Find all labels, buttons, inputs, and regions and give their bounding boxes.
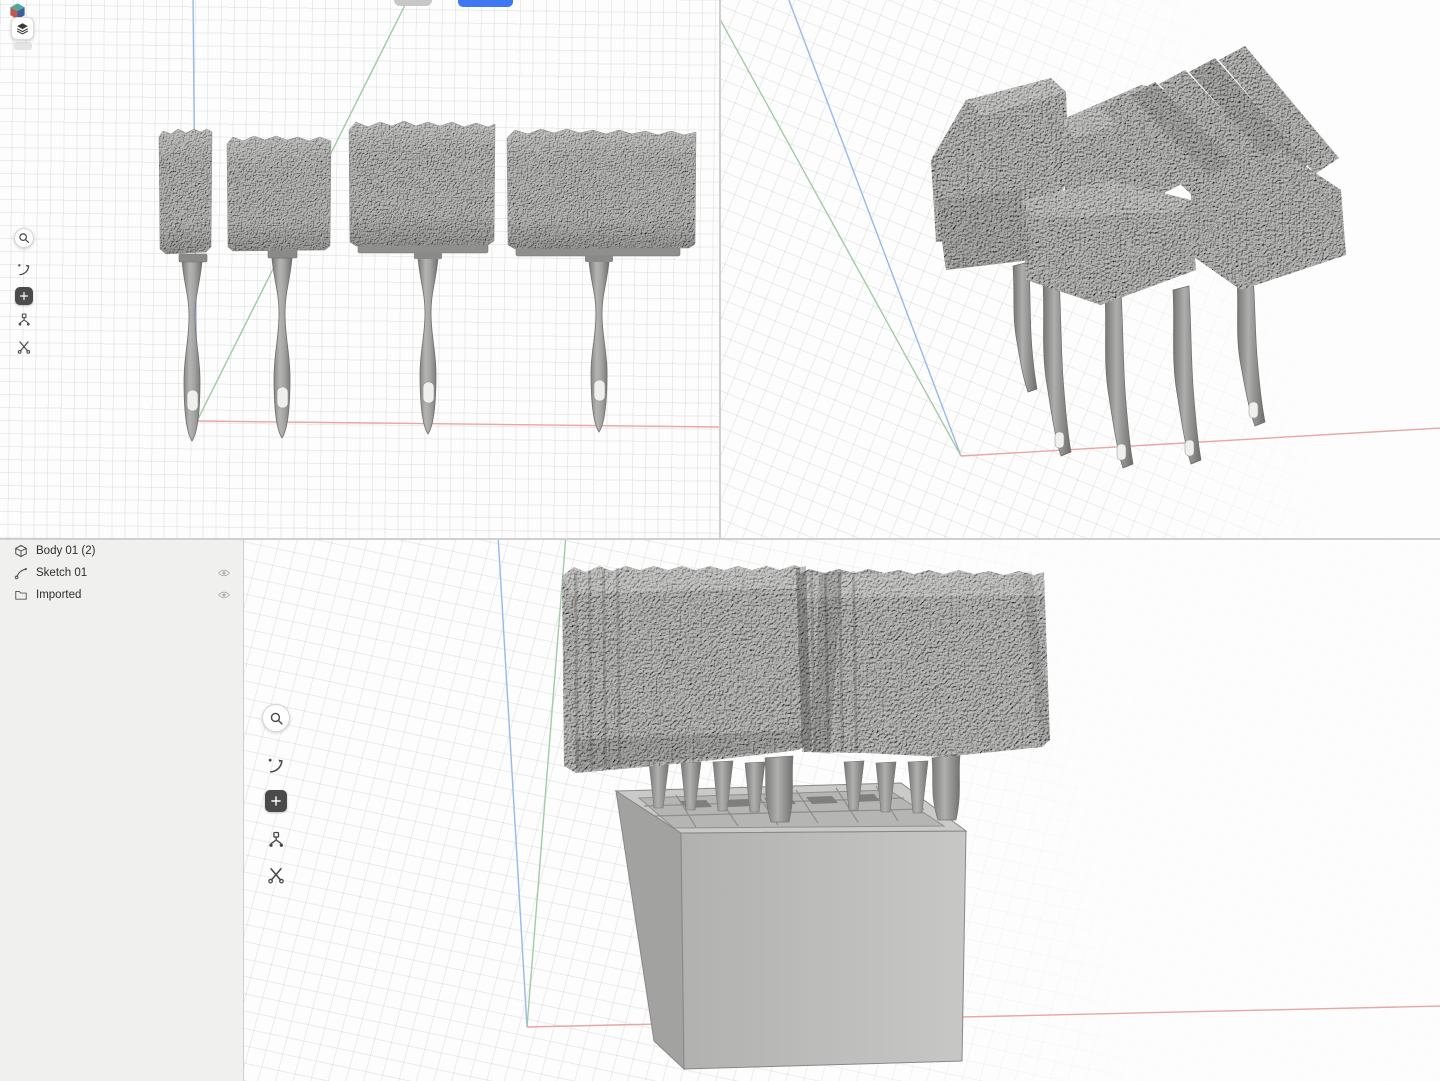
viewport-divider-vertical[interactable] [719,0,721,538]
top-toolbar-partial-element [394,0,432,6]
add-button[interactable] [15,287,33,305]
brush-holder-model[interactable] [244,540,1440,1081]
brush-models-front[interactable] [0,0,719,538]
visibility-eye-icon[interactable] [217,588,231,602]
tree-item-label: Body 01 (2) [36,545,95,557]
layers-icon [15,21,30,36]
protractor-arc-icon [266,756,286,776]
protractor-arc-icon [16,262,32,278]
viewport-divider-horizontal[interactable] [0,538,1440,540]
paintbrush-model[interactable] [349,121,495,434]
object-tree-panel: Body 01 (2) Sketch 01 Imported [0,540,243,1081]
sketch-icon [14,566,28,580]
viewport-isometric-view[interactable] [721,0,1440,538]
paintbrush-model[interactable] [227,136,331,438]
panel-divider [243,540,244,1081]
tree-item-body[interactable]: Body 01 (2) [0,540,243,562]
body-cube-icon [14,544,28,558]
paintbrush-model[interactable] [159,129,212,441]
brush-handles[interactable] [1013,262,1265,468]
split-button[interactable] [14,337,34,357]
add-icon [269,794,283,808]
search-button[interactable] [262,704,290,732]
viewport-front-view[interactable] [0,0,719,538]
hierarchy-button[interactable] [14,310,34,330]
holder-box[interactable] [616,783,966,1069]
protractor-button[interactable] [262,752,290,780]
search-icon [17,231,31,245]
tree-item-sketch[interactable]: Sketch 01 [0,562,243,584]
paintbrush-model[interactable] [507,129,696,432]
scissors-icon [16,339,32,355]
tree-item-imported[interactable]: Imported [0,584,243,606]
add-button[interactable] [265,790,287,812]
scissors-icon [266,865,286,885]
search-icon [268,710,285,727]
search-button[interactable] [14,228,34,248]
layers-button[interactable] [11,17,34,40]
viewport-perspective-view[interactable] [244,540,1440,1081]
hierarchy-icon [266,830,286,850]
split-button[interactable] [262,861,290,889]
bristle-block-clusters[interactable] [562,564,1050,773]
add-icon [18,290,30,302]
tree-item-label: Sketch 01 [36,567,87,579]
hierarchy-button[interactable] [262,826,290,854]
folder-icon [14,588,28,602]
brush-block-cluster[interactable] [931,46,1346,305]
brush-models-iso[interactable] [721,0,1440,538]
hierarchy-icon [16,312,32,328]
button-shadow-stub [14,42,32,50]
protractor-button[interactable] [14,260,34,280]
top-toolbar-partial-primary-button[interactable] [458,0,513,7]
tree-item-label: Imported [36,589,81,601]
visibility-eye-icon[interactable] [217,566,231,580]
